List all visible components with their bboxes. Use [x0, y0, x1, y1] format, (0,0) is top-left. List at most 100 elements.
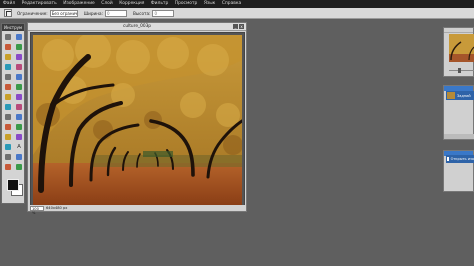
height-input[interactable]: 0	[152, 9, 175, 17]
tools-grid: A	[2, 31, 24, 173]
clone-icon-glyph	[5, 84, 11, 90]
menu-file[interactable]: Файл	[3, 0, 15, 8]
eraser-icon-glyph	[16, 64, 22, 70]
constraint-select[interactable]: Без ограничений	[49, 9, 78, 17]
hand-icon[interactable]	[3, 153, 13, 161]
eyedropper-icon[interactable]	[14, 163, 24, 171]
color-replace-icon-glyph	[16, 84, 22, 90]
gradient-icon[interactable]	[14, 73, 24, 81]
menu-layer[interactable]: Слой	[101, 0, 112, 8]
height-label: Высота:	[132, 10, 151, 16]
crop-icon[interactable]	[3, 33, 13, 41]
document-title-bar[interactable]: culture_003p _ x	[28, 23, 246, 31]
close-button[interactable]: x	[239, 24, 244, 29]
menu-filter[interactable]: Фильтр	[151, 0, 168, 8]
eyedropper-icon-glyph	[16, 164, 22, 170]
move-icon-glyph	[16, 34, 22, 40]
blur-icon[interactable]	[3, 133, 13, 141]
dodge-icon-glyph	[5, 124, 11, 130]
layers-panel-footer	[444, 134, 474, 139]
sponge-icon[interactable]	[14, 113, 24, 121]
history-entry-label: Открыть изо	[450, 157, 474, 161]
open-image-icon	[447, 157, 449, 161]
magic-wand-icon[interactable]	[3, 53, 13, 61]
spot-heal-icon-glyph	[5, 104, 11, 110]
autumn-trees-photo	[33, 35, 242, 205]
blur-icon-glyph	[5, 134, 11, 140]
layer-name: Задний	[457, 93, 471, 98]
type-icon-glyph: A	[17, 144, 21, 150]
menu-language[interactable]: Язык	[204, 0, 216, 8]
bloat-icon[interactable]	[14, 103, 24, 111]
brush-icon-glyph	[5, 64, 11, 70]
image-size-label: 640x480 px	[46, 206, 68, 210]
pencil-icon-glyph	[16, 54, 22, 60]
marquee-icon[interactable]	[3, 43, 13, 51]
navigator-zoom-slider[interactable]	[449, 70, 474, 71]
menu-adjustment[interactable]: Коррекция	[119, 0, 144, 8]
marquee-icon-glyph	[5, 44, 11, 50]
sponge-icon-glyph	[16, 114, 22, 120]
tools-panel: Инструм A	[1, 23, 25, 204]
menu-help[interactable]: Справка	[222, 0, 241, 8]
navigator-title-bar[interactable]	[444, 28, 473, 33]
menu-image[interactable]: Изображение	[63, 0, 95, 8]
history-entry[interactable]: Открыть изо	[446, 155, 474, 163]
document-status-bar: 100 % 640x480 px	[28, 205, 246, 215]
foreground-color-swatch[interactable]	[7, 179, 19, 191]
layer-thumbnail	[447, 92, 455, 99]
document-window: culture_003p _ x 100 % 640x480 px	[27, 22, 247, 215]
navigator-thumbnail[interactable]	[449, 34, 474, 62]
smudge-icon[interactable]	[3, 143, 13, 151]
menu-edit[interactable]: Редактировать	[22, 0, 57, 8]
zoom-icon-glyph	[16, 154, 22, 160]
width-input[interactable]: 0	[104, 9, 127, 17]
spot-heal-icon[interactable]	[3, 103, 13, 111]
width-label: Ширина:	[83, 10, 103, 16]
pinch-icon-glyph	[5, 114, 11, 120]
pencil-icon[interactable]	[14, 53, 24, 61]
drawing-icon-glyph	[5, 94, 11, 100]
minimize-button[interactable]: _	[233, 24, 238, 29]
clone-icon[interactable]	[3, 83, 13, 91]
lasso-icon[interactable]	[14, 43, 24, 51]
bucket-icon-glyph	[5, 74, 11, 80]
menu-bar: Файл Редактировать Изображение Слой Корр…	[0, 0, 474, 8]
brush-icon[interactable]	[3, 63, 13, 71]
drawing-icon[interactable]	[3, 93, 13, 101]
sharpen-icon[interactable]	[14, 133, 24, 141]
pinch-icon[interactable]	[3, 113, 13, 121]
burn-icon-glyph	[16, 124, 22, 130]
crop-tool-icon[interactable]	[4, 9, 12, 17]
canvas-area[interactable]	[30, 32, 245, 206]
red-eye-icon[interactable]	[14, 93, 24, 101]
menu-view[interactable]: Просмотр	[175, 0, 198, 8]
document-title: culture_003p	[122, 24, 152, 29]
gradient-icon-glyph	[16, 74, 22, 80]
red-eye-icon-glyph	[16, 94, 22, 100]
tools-panel-title: Инструм	[2, 24, 24, 31]
zoom-input[interactable]: 100 %	[30, 205, 44, 215]
constraint-label: Ограничение:	[17, 10, 48, 16]
magic-wand-icon-glyph	[5, 54, 11, 60]
dodge-icon[interactable]	[3, 123, 13, 131]
eraser-icon[interactable]	[14, 63, 24, 71]
color-picker-icon-glyph	[5, 164, 11, 170]
smudge-icon-glyph	[5, 144, 11, 150]
navigator-zoom-knob[interactable]	[458, 68, 461, 73]
zoom-icon[interactable]	[14, 153, 24, 161]
move-icon[interactable]	[14, 33, 24, 41]
bucket-icon[interactable]	[3, 73, 13, 81]
options-toolbar: Ограничение: Без ограничений Ширина: 0 В…	[0, 8, 474, 19]
sharpen-icon-glyph	[16, 134, 22, 140]
layers-panel: Задний	[443, 85, 474, 140]
hand-icon-glyph	[5, 154, 11, 160]
navigator-panel	[443, 27, 474, 77]
history-panel: Открыть изо	[443, 150, 474, 192]
color-picker-icon[interactable]	[3, 163, 13, 171]
burn-icon[interactable]	[14, 123, 24, 131]
bloat-icon-glyph	[16, 104, 22, 110]
type-icon[interactable]: A	[14, 143, 24, 151]
color-replace-icon[interactable]	[14, 83, 24, 91]
layer-row[interactable]: Задний	[446, 91, 474, 100]
